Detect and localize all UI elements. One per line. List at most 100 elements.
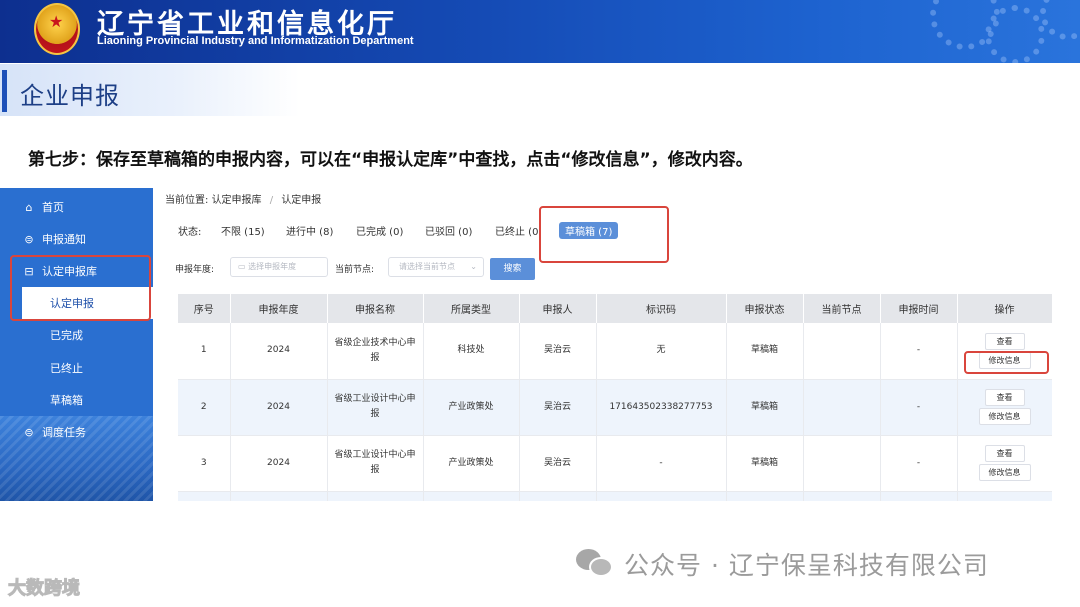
sidebar-item-label: 调度任务: [42, 426, 86, 439]
task-icon: ⊜: [24, 425, 34, 439]
cell-actions: 查看 修改信息: [957, 435, 1052, 492]
chevron-down-icon: ⌄: [470, 262, 477, 271]
column-header: 申报年度: [230, 294, 328, 323]
cell-applicant: 吴治云: [519, 435, 597, 492]
column-header: 操作: [957, 294, 1052, 323]
status-tab-in-progress[interactable]: 进行中 (8): [286, 223, 333, 238]
cell-status: 草稿箱: [726, 323, 804, 380]
status-tab-terminated[interactable]: 已终止 (0: [495, 223, 538, 238]
column-header: 序号: [178, 294, 231, 323]
year-select[interactable]: ▭ 选择申报年度: [230, 257, 328, 277]
table-row-partial: [178, 491, 1052, 501]
edit-info-button[interactable]: 修改信息: [978, 464, 1031, 481]
gear-decoration: [1040, 0, 1080, 40]
year-select-placeholder: 选择申报年度: [248, 262, 297, 271]
cell-name: 省级企业技术中心申报: [327, 323, 424, 380]
cell-node: [803, 435, 881, 492]
highlight-sidebar-apply: [10, 255, 151, 321]
national-emblem-icon: ★: [34, 3, 80, 55]
column-header: 申报人: [519, 294, 597, 323]
cell-index: 3: [178, 435, 231, 492]
home-icon: ⌂: [25, 200, 33, 214]
step-instruction: 第七步：保存至草稿箱的申报内容，可以在“申报认定库”中查找，点击“修改信息”，修…: [28, 150, 753, 170]
site-subtitle: Liaoning Provincial Industry and Informa…: [97, 35, 414, 47]
status-tab-all[interactable]: 不限 (15): [221, 223, 265, 238]
cell-year: 2024: [230, 435, 328, 492]
table-row: 2 2024 省级工业设计中心申报 产业政策处 吴治云 171643502338…: [178, 379, 1052, 436]
section-title: 企业申报: [20, 82, 120, 110]
table-header-row: 序号 申报年度 申报名称 所属类型 申报人 标识码 申报状态 当前节点 申报时间…: [178, 294, 1052, 323]
cell-time: -: [880, 435, 958, 492]
breadcrumb: 当前位置: 认定申报库 / 认定申报: [165, 191, 321, 206]
cell-type: 产业政策处: [423, 379, 520, 436]
cell-code: -: [596, 435, 727, 492]
highlight-edit-button: [964, 351, 1049, 374]
cell-code: 无: [596, 323, 727, 380]
sidebar-item-completed[interactable]: 已完成: [0, 319, 153, 351]
breadcrumb-separator: /: [269, 195, 274, 206]
sidebar-item-label: 已终止: [50, 362, 83, 375]
header-banner: ★ 辽宁省工业和信息化厅 Liaoning Provincial Industr…: [0, 0, 1080, 63]
status-tab-completed[interactable]: 已完成 (0): [356, 223, 403, 238]
breadcrumb-item-current: 认定申报: [281, 195, 322, 206]
sidebar-item-terminated[interactable]: 已终止: [0, 352, 153, 384]
status-tab-rejected[interactable]: 已驳回 (0): [425, 223, 472, 238]
year-filter-label: 申报年度:: [175, 265, 215, 275]
cell-name: 省级工业设计中心申报: [327, 435, 424, 492]
cell-type: 产业政策处: [423, 435, 520, 492]
cell-type: 科技处: [423, 323, 520, 380]
view-button[interactable]: 查看: [984, 389, 1025, 406]
highlight-drafts-tab: [539, 206, 669, 263]
column-header: 标识码: [596, 294, 727, 323]
view-button[interactable]: 查看: [984, 332, 1025, 350]
cell-name: 省级工业设计中心申报: [327, 379, 424, 436]
column-header: 申报时间: [880, 294, 958, 323]
breadcrumb-item[interactable]: 认定申报库: [212, 195, 262, 206]
edit-info-button[interactable]: 修改信息: [978, 408, 1031, 425]
cell-time: -: [880, 323, 958, 380]
cell-status: 草稿箱: [726, 379, 804, 436]
section-marker: [2, 70, 7, 112]
cell-actions: 查看 修改信息: [957, 379, 1052, 436]
status-label: 状态:: [178, 227, 202, 238]
filter-bar: 申报年度: ▭ 选择申报年度 当前节点: 请选择当前节点 ⌄ 搜索: [175, 257, 575, 280]
gear-decoration: [985, 5, 1045, 63]
sidebar: ⌂ 首页 ⊜ 申报通知 ⊟ 认定申报库 认定申报 已完成 已终止 草稿箱 ⊜ 调…: [0, 188, 153, 501]
sidebar-item-tasks[interactable]: ⊜ 调度任务: [0, 416, 153, 448]
node-filter-label: 当前节点:: [335, 265, 375, 275]
sidebar-item-home[interactable]: ⌂ 首页: [0, 191, 153, 223]
cell-node: [803, 323, 881, 380]
section-header: 企业申报: [0, 64, 300, 116]
sidebar-item-label: 首页: [42, 201, 64, 214]
sidebar-item-label: 已完成: [50, 329, 83, 342]
application-table: 序号 申报年度 申报名称 所属类型 申报人 标识码 申报状态 当前节点 申报时间…: [178, 294, 1052, 501]
node-select-placeholder: 请选择当前节点: [399, 262, 455, 271]
calendar-icon: ▭: [238, 262, 249, 271]
watermark-brand: 大数跨境: [8, 578, 81, 600]
breadcrumb-prefix: 当前位置:: [165, 195, 209, 206]
sidebar-item-drafts[interactable]: 草稿箱: [0, 384, 153, 416]
sidebar-item-label: 草稿箱: [50, 394, 83, 407]
table-row: 3 2024 省级工业设计中心申报 产业政策处 吴治云 - 草稿箱 - 查看 修…: [178, 435, 1052, 492]
cell-node: [803, 379, 881, 436]
view-button[interactable]: 查看: [984, 445, 1025, 462]
column-header: 所属类型: [423, 294, 520, 323]
cell-applicant: 吴治云: [519, 379, 597, 436]
column-header: 申报状态: [726, 294, 804, 323]
cell-index: 2: [178, 379, 231, 436]
sidebar-item-notice[interactable]: ⊜ 申报通知: [0, 223, 153, 255]
cell-year: 2024: [230, 323, 328, 380]
wechat-icon: [576, 547, 616, 579]
node-select[interactable]: 请选择当前节点 ⌄: [388, 257, 484, 277]
sidebar-item-label: 申报通知: [42, 233, 86, 246]
cell-index: 1: [178, 323, 231, 380]
column-header: 申报名称: [327, 294, 424, 323]
column-header: 当前节点: [803, 294, 881, 323]
cell-status: 草稿箱: [726, 435, 804, 492]
cell-time: -: [880, 379, 958, 436]
cell-applicant: 吴治云: [519, 323, 597, 380]
watermark-account: 公众号 · 辽宁保呈科技有限公司: [624, 551, 989, 580]
table-row: 1 2024 省级企业技术中心申报 科技处 吴治云 无 草稿箱 - 查看 修改信…: [178, 323, 1052, 380]
notice-icon: ⊜: [24, 232, 34, 246]
search-button[interactable]: 搜索: [490, 258, 535, 280]
